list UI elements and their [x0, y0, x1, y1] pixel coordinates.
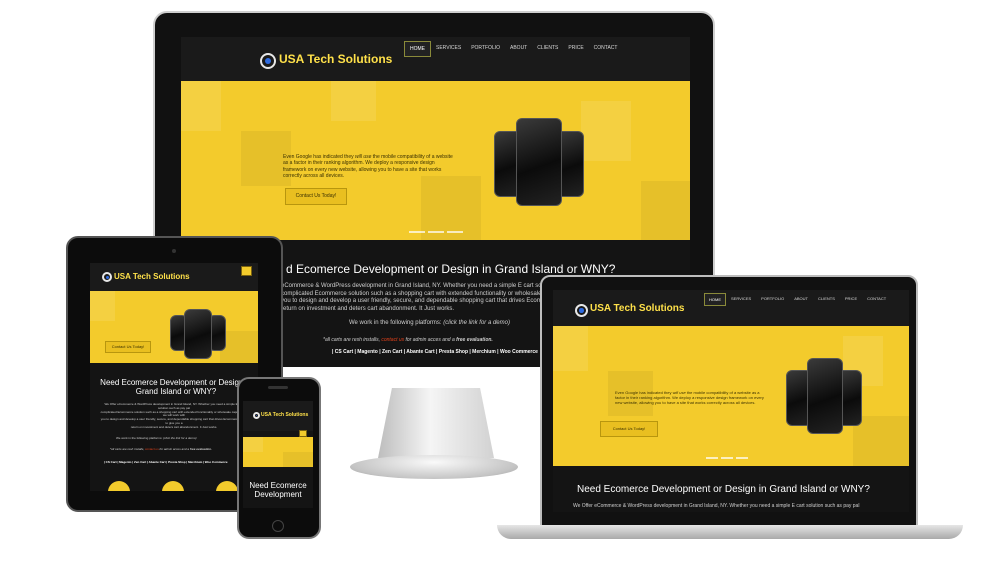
tablet-intro: We Offer eCommerce & WordPress developme…	[100, 403, 248, 429]
laptop-content: Need Ecomerce Development or Design in G…	[553, 466, 909, 512]
tablet-note: *all carts are resh installs, contact us…	[110, 447, 212, 451]
laptop-heading: Need Ecomerce Development or Design in G…	[577, 484, 870, 495]
monitor-stand-neck	[378, 388, 494, 458]
tablet-camera	[172, 249, 176, 253]
laptop-intro: We Offer eCommerce & WordPress developme…	[573, 503, 860, 509]
tablet-logo[interactable]: USA Tech Solutions	[114, 272, 190, 281]
menu-clients[interactable]: CLIENTS	[813, 293, 840, 306]
menu-portfolio[interactable]: PORTFOLIO	[466, 41, 505, 57]
phone-logo[interactable]: USA Tech Solutions	[261, 412, 308, 418]
phone-screen: USA Tech Solutions Need Ecomerce Develop…	[243, 401, 313, 508]
menu-services[interactable]: SERVICES	[726, 293, 756, 306]
menu-about[interactable]: ABOUT	[505, 41, 532, 57]
menu-portfolio[interactable]: PORTFOLIO	[756, 293, 789, 306]
phone-image-center	[807, 358, 843, 434]
slider-dots[interactable]	[706, 457, 748, 459]
desktop-platforms-intro: We work in the following platforms: (cli…	[349, 320, 510, 326]
tablet-screen: USA Tech Solutions Contact Us Today! Nee…	[90, 263, 258, 491]
site-logo[interactable]: USA Tech Solutions	[279, 52, 392, 66]
menu-contact[interactable]: CONTACT	[589, 41, 623, 57]
tablet-circle-3	[216, 481, 238, 491]
phone-heading: Need Ecomerce Development	[249, 481, 307, 500]
laptop-logo[interactable]: USA Tech Solutions	[590, 303, 684, 314]
menu-home[interactable]: HOME	[404, 41, 431, 57]
menu-clients[interactable]: CLIENTS	[532, 41, 563, 57]
laptop-hero: Even Google has indicated they will use …	[553, 326, 909, 466]
laptop-hero-description: Even Google has indicated they will use …	[615, 390, 764, 405]
menu-price[interactable]: PRICE	[840, 293, 862, 306]
phone-home-button[interactable]	[272, 520, 284, 532]
laptop-screen: USA Tech Solutions HOME SERVICES PORTFOL…	[553, 290, 909, 512]
desktop-navbar: USA Tech Solutions HOME SERVICES PORTFOL…	[181, 37, 690, 81]
phone-image-center	[184, 309, 212, 359]
desktop-platform-links[interactable]: | CS Cart | Magento | Zen Cart | Abante …	[332, 349, 538, 355]
logo-icon	[260, 53, 276, 69]
desktop-note: *all carts are resh installs, contact us…	[323, 337, 493, 343]
desktop-heading: d Ecomerce Development or Design in Gran…	[286, 262, 616, 276]
monitor-stand-base	[350, 455, 518, 479]
laptop-menu: HOME SERVICES PORTFOLIO ABOUT CLIENTS PR…	[704, 293, 891, 306]
logo-icon	[575, 304, 588, 317]
tablet-platform-links[interactable]: | CS Cart | Magento | Zen Cart | Abante …	[104, 460, 228, 464]
phone-content: Need Ecomerce Development	[243, 467, 313, 508]
tablet-circle-1	[108, 481, 130, 491]
tablet-circle-2	[162, 481, 184, 491]
laptop-base	[497, 525, 963, 539]
menu-about[interactable]: ABOUT	[789, 293, 813, 306]
logo-icon	[102, 272, 112, 282]
logo-icon	[253, 412, 260, 419]
hamburger-icon[interactable]	[299, 430, 307, 437]
menu-price[interactable]: PRICE	[563, 41, 588, 57]
contact-us-button[interactable]: Contact Us Today!	[285, 188, 347, 205]
phone-image-center	[516, 118, 562, 206]
menu-home[interactable]: HOME	[704, 293, 726, 306]
tablet-heading: Need Ecomerce Development or Design in G…	[100, 378, 252, 396]
hamburger-icon[interactable]	[241, 266, 252, 276]
phone-speaker	[268, 386, 288, 389]
tablet-navbar: USA Tech Solutions	[90, 263, 258, 291]
desktop-menu: HOME SERVICES PORTFOLIO ABOUT CLIENTS PR…	[404, 41, 622, 57]
phone-navbar: USA Tech Solutions	[243, 401, 313, 437]
laptop-navbar: USA Tech Solutions HOME SERVICES PORTFOL…	[553, 290, 909, 326]
phone-hero	[243, 437, 313, 467]
tablet-hero: Contact Us Today!	[90, 291, 258, 363]
desktop-hero: Even Google has indicated they will use …	[181, 81, 690, 240]
slider-dots[interactable]	[409, 231, 463, 233]
tablet-contact-button[interactable]: Contact Us Today!	[105, 341, 151, 353]
tablet-content: Need Ecomerce Development or Design in G…	[90, 363, 258, 491]
menu-services[interactable]: SERVICES	[431, 41, 466, 57]
menu-contact[interactable]: CONTACT	[862, 293, 891, 306]
hero-description: Even Google has indicated they will use …	[283, 154, 453, 179]
laptop-contact-button[interactable]: Contact Us Today!	[600, 421, 658, 437]
tablet-platforms-intro: We work in the following platforms: (cli…	[116, 436, 197, 440]
